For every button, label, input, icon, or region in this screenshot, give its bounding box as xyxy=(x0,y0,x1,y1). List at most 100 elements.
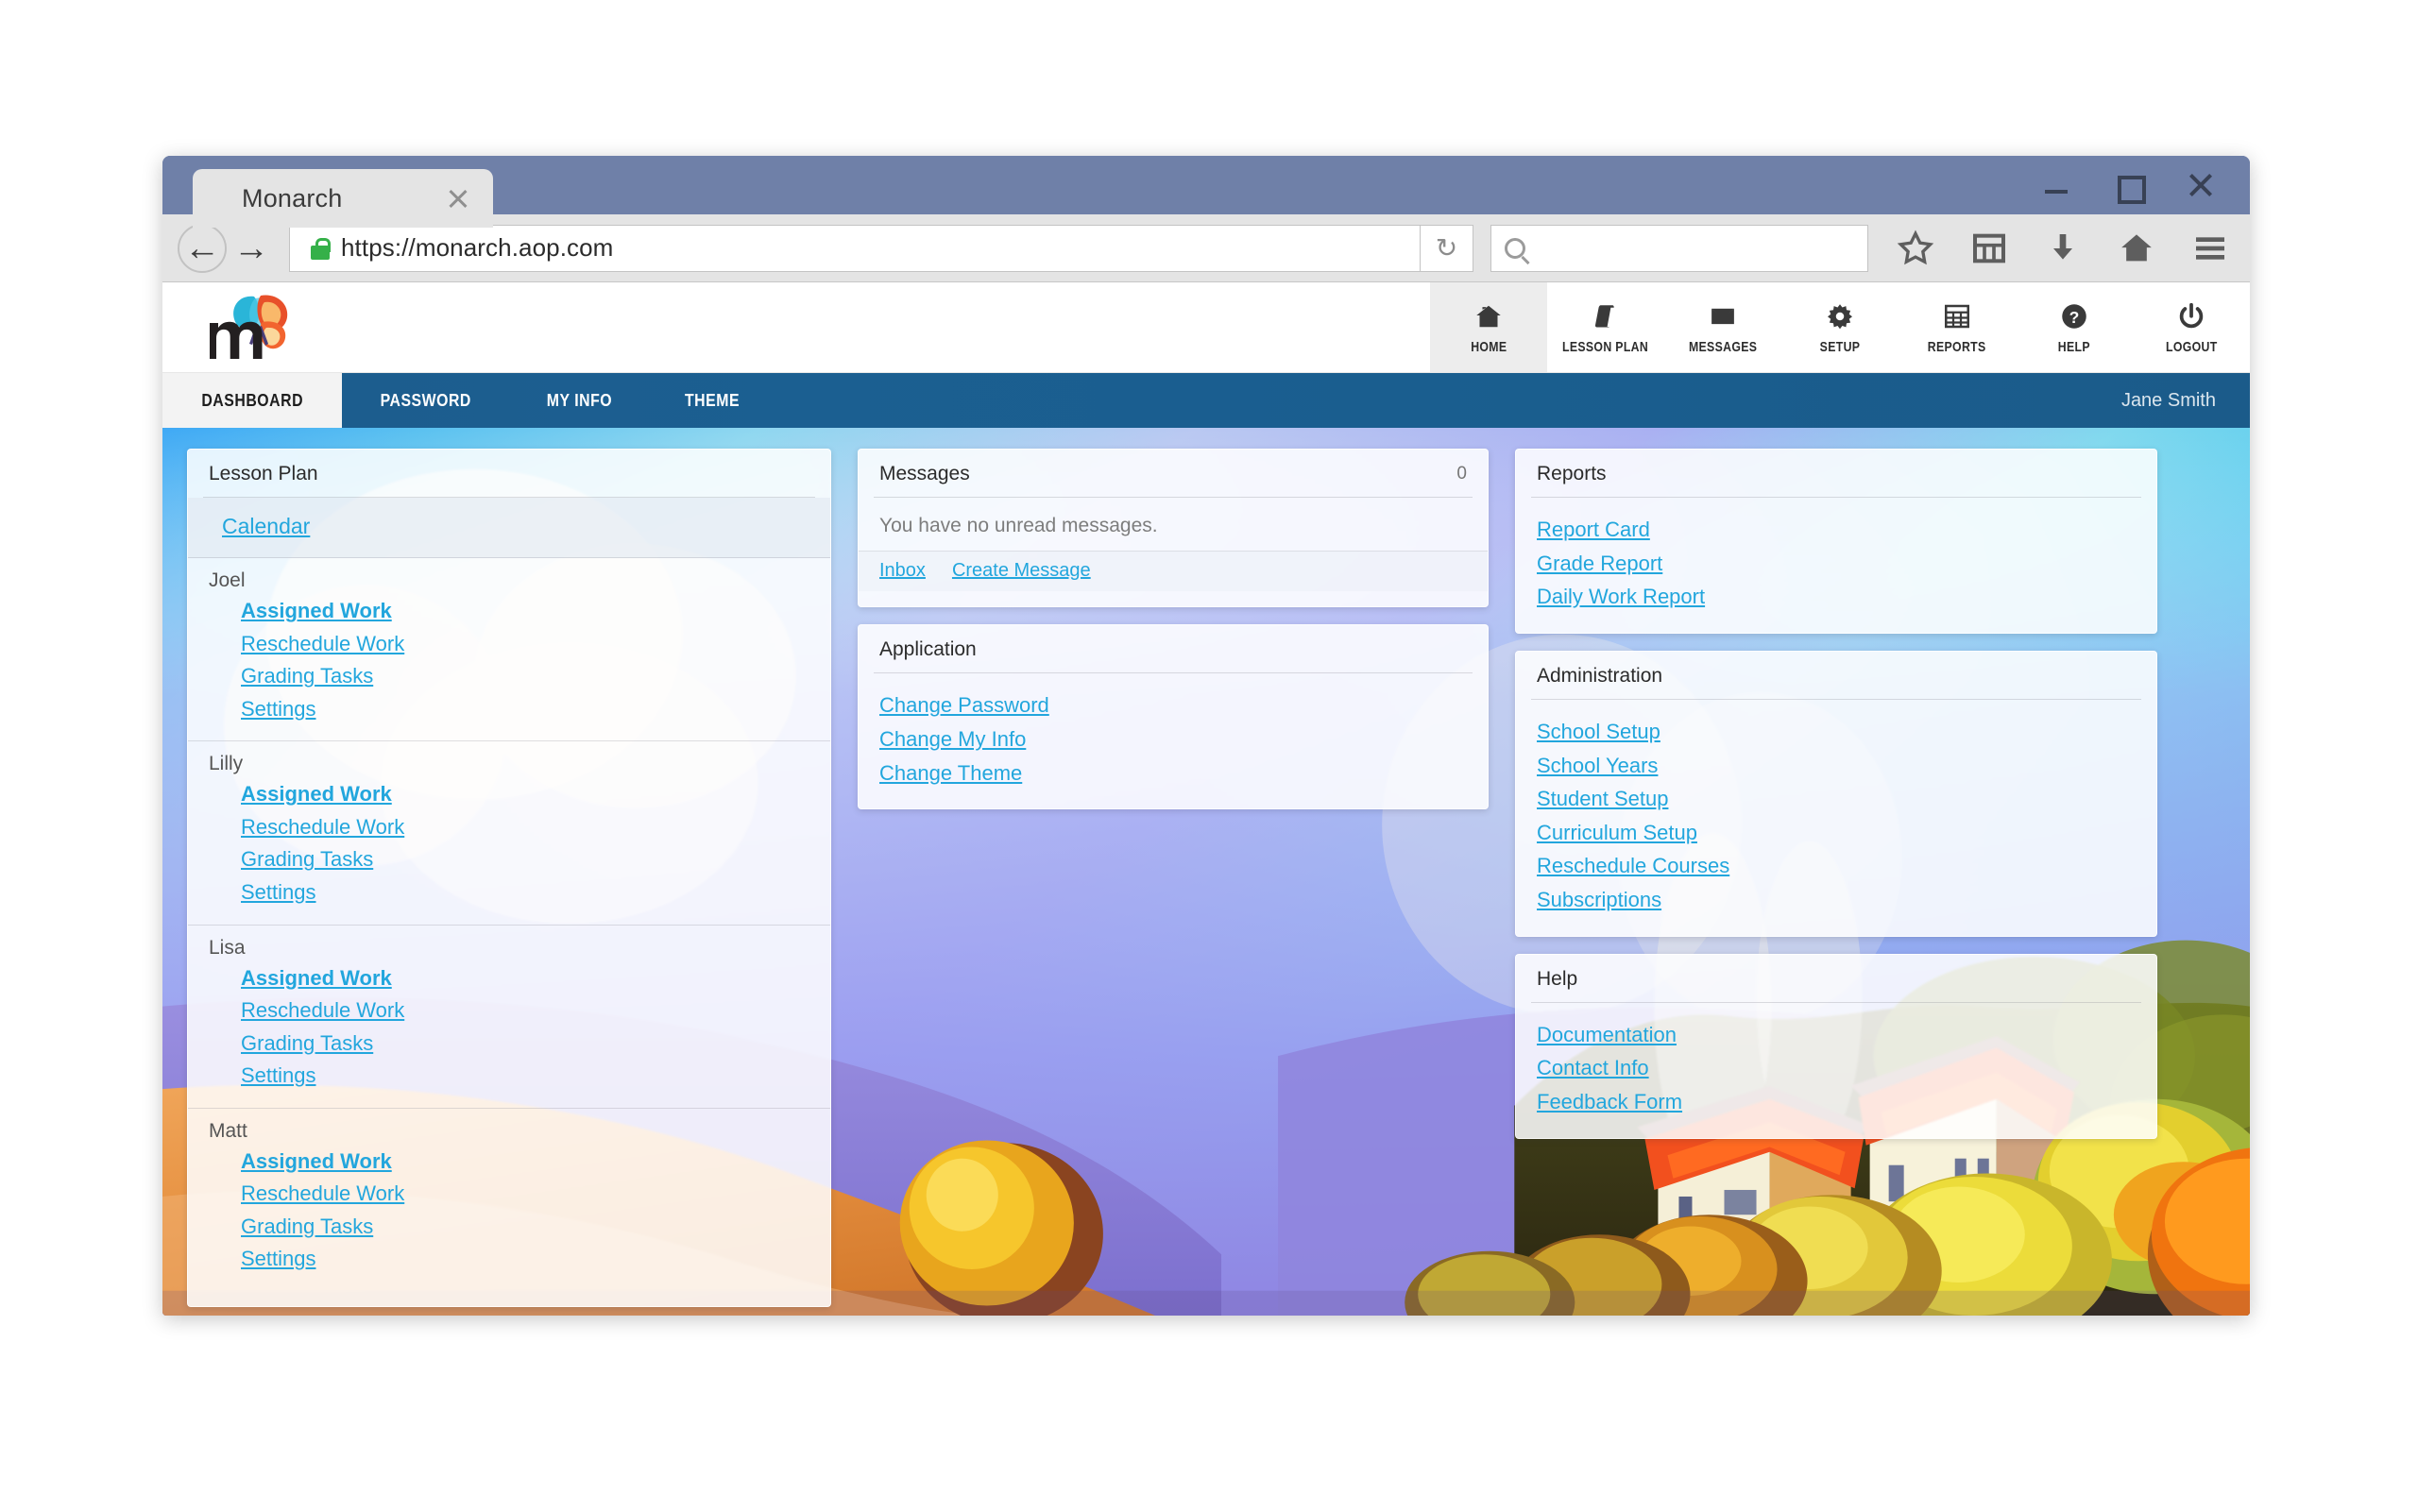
link-daily-work-report[interactable]: Daily Work Report xyxy=(1537,580,1705,614)
student-name: Lisa xyxy=(209,936,246,959)
link-settings[interactable]: Settings xyxy=(241,693,316,726)
link-change-password[interactable]: Change Password xyxy=(879,688,1049,722)
link-school-setup[interactable]: School Setup xyxy=(1537,715,1660,749)
download-arrow-icon[interactable] xyxy=(2044,229,2082,267)
link-assigned-work[interactable]: Assigned Work xyxy=(241,962,392,995)
search-icon xyxy=(1505,237,1525,259)
tab-password-label: PASSWORD xyxy=(380,390,472,410)
link-inbox[interactable]: Inbox xyxy=(879,555,926,586)
dashboard-column-right: Reports Report Card Grade Report Daily W… xyxy=(1515,449,2157,1139)
link-reschedule-work[interactable]: Reschedule Work xyxy=(241,811,404,844)
student-block-lisa: Lisa Assigned Work Reschedule Work Gradi… xyxy=(188,926,830,1109)
monarch-app: HOME LESSON PLAN MESSAGES SETUP REPORTS … xyxy=(162,282,2250,1316)
link-assigned-work[interactable]: Assigned Work xyxy=(241,1146,392,1179)
nav-item-home[interactable]: HOME xyxy=(1430,282,1547,372)
tab-theme[interactable]: THEME xyxy=(649,373,775,428)
hamburger-menu-icon[interactable] xyxy=(2191,229,2229,267)
link-grade-report[interactable]: Grade Report xyxy=(1537,547,1662,581)
nav-item-lesson-plan-label: LESSON PLAN xyxy=(1562,338,1649,355)
nav-item-reports[interactable]: REPORTS xyxy=(1899,282,2016,372)
envelope-icon xyxy=(1709,300,1737,332)
link-grading-tasks[interactable]: Grading Tasks xyxy=(241,1028,373,1061)
application-panel: Application Change Password Change My In… xyxy=(858,624,1489,810)
url-bar[interactable]: https://monarch.aop.com xyxy=(289,224,1421,272)
link-reschedule-courses[interactable]: Reschedule Courses xyxy=(1537,849,1729,883)
link-curriculum-setup[interactable]: Curriculum Setup xyxy=(1537,816,1697,850)
tab-password[interactable]: PASSWORD xyxy=(342,373,509,428)
toolbar-icon-group xyxy=(1897,229,2235,267)
browser-tab[interactable]: Monarch xyxy=(193,169,493,228)
link-subscriptions[interactable]: Subscriptions xyxy=(1537,883,1661,917)
link-grading-tasks[interactable]: Grading Tasks xyxy=(241,843,373,876)
tab-close-icon[interactable] xyxy=(436,177,480,220)
link-assigned-work[interactable]: Assigned Work xyxy=(241,595,392,628)
tab-theme-label: THEME xyxy=(684,390,740,410)
browser-title-bar: Monarch xyxy=(162,156,2250,228)
student-name: Lilly xyxy=(209,753,244,775)
dashboard: Lesson Plan Calendar Joel Assigned Work … xyxy=(162,428,2250,1316)
help-panel: Help Documentation Contact Info Feedback… xyxy=(1515,953,2157,1139)
help-panel-body: Documentation Contact Info Feedback Form xyxy=(1516,1003,2156,1123)
link-feedback-form[interactable]: Feedback Form xyxy=(1537,1085,1682,1119)
gear-icon xyxy=(1826,300,1854,332)
tab-my-info[interactable]: MY INFO xyxy=(510,373,649,428)
link-create-message[interactable]: Create Message xyxy=(952,555,1091,586)
close-icon[interactable] xyxy=(2186,171,2214,199)
link-reschedule-work[interactable]: Reschedule Work xyxy=(241,1178,404,1211)
link-assigned-work[interactable]: Assigned Work xyxy=(241,778,392,811)
reports-panel-body: Report Card Grade Report Daily Work Repo… xyxy=(1516,498,2156,618)
link-report-card[interactable]: Report Card xyxy=(1537,513,1650,547)
nav-item-messages-label: MESSAGES xyxy=(1688,338,1758,355)
link-school-years[interactable]: School Years xyxy=(1537,749,1658,783)
link-change-theme[interactable]: Change Theme xyxy=(879,756,1022,790)
browser-window: Monarch ← → https://monarch.aop.com ↻ HO… xyxy=(162,156,2250,1316)
link-settings[interactable]: Settings xyxy=(241,876,316,909)
application-panel-body: Change Password Change My Info Change Th… xyxy=(859,673,1488,793)
nav-item-lesson-plan[interactable]: LESSON PLAN xyxy=(1547,282,1664,372)
tab-dashboard[interactable]: DASHBOARD xyxy=(162,373,343,428)
search-input[interactable] xyxy=(1490,224,1868,272)
messages-empty-text: You have no unread messages. xyxy=(879,515,1158,536)
link-change-my-info[interactable]: Change My Info xyxy=(879,722,1026,756)
sub-nav: DASHBOARD PASSWORD MY INFO THEME Jane Sm… xyxy=(162,373,2250,428)
link-settings[interactable]: Settings xyxy=(241,1243,316,1276)
link-grading-tasks[interactable]: Grading Tasks xyxy=(241,1211,373,1244)
student-links: Assigned Work Reschedule Work Grading Ta… xyxy=(209,595,809,725)
lock-icon xyxy=(311,237,331,260)
link-reschedule-work[interactable]: Reschedule Work xyxy=(241,628,404,661)
reports-panel-title: Reports xyxy=(1537,463,1607,484)
student-links: Assigned Work Reschedule Work Grading Ta… xyxy=(209,962,809,1093)
messages-actions: Inbox Create Message xyxy=(859,551,1488,592)
link-calendar[interactable]: Calendar xyxy=(222,509,310,544)
link-grading-tasks[interactable]: Grading Tasks xyxy=(241,660,373,693)
link-settings[interactable]: Settings xyxy=(241,1060,316,1093)
dashboard-column-left: Lesson Plan Calendar Joel Assigned Work … xyxy=(187,449,831,1307)
back-arrow-icon[interactable]: ← xyxy=(178,223,227,273)
nav-item-setup[interactable]: SETUP xyxy=(1781,282,1899,372)
administration-panel-title: Administration xyxy=(1537,664,1663,687)
reload-icon[interactable]: ↻ xyxy=(1421,224,1473,272)
link-documentation[interactable]: Documentation xyxy=(1537,1018,1677,1052)
reports-panel: Reports Report Card Grade Report Daily W… xyxy=(1515,449,2157,634)
maximize-icon[interactable] xyxy=(2114,171,2146,204)
minimize-icon[interactable] xyxy=(2042,171,2070,199)
forward-arrow-icon[interactable]: → xyxy=(227,224,276,273)
monarch-butterfly-logo[interactable] xyxy=(162,282,446,372)
link-student-setup[interactable]: Student Setup xyxy=(1537,782,1668,816)
link-reschedule-work[interactable]: Reschedule Work xyxy=(241,994,404,1028)
book-icon xyxy=(1592,300,1620,332)
student-block-matt: Matt Assigned Work Reschedule Work Gradi… xyxy=(188,1109,830,1291)
home-icon[interactable] xyxy=(2118,229,2155,267)
nav-item-logout[interactable]: LOGOUT xyxy=(2133,282,2250,372)
nav-item-help[interactable]: ? HELP xyxy=(2016,282,2133,372)
calendar-row: Calendar xyxy=(188,498,830,559)
grid-library-icon[interactable] xyxy=(1970,229,2008,267)
svg-text:?: ? xyxy=(2069,307,2080,326)
nav-item-help-label: HELP xyxy=(2057,338,2091,355)
link-contact-info[interactable]: Contact Info xyxy=(1537,1051,1649,1085)
nav-item-messages[interactable]: MESSAGES xyxy=(1664,282,1781,372)
nav-item-logout-label: LOGOUT xyxy=(2165,338,2218,355)
administration-panel-body: School Setup School Years Student Setup … xyxy=(1516,700,2156,921)
home-icon xyxy=(1474,300,1503,332)
star-icon[interactable] xyxy=(1897,229,1934,267)
